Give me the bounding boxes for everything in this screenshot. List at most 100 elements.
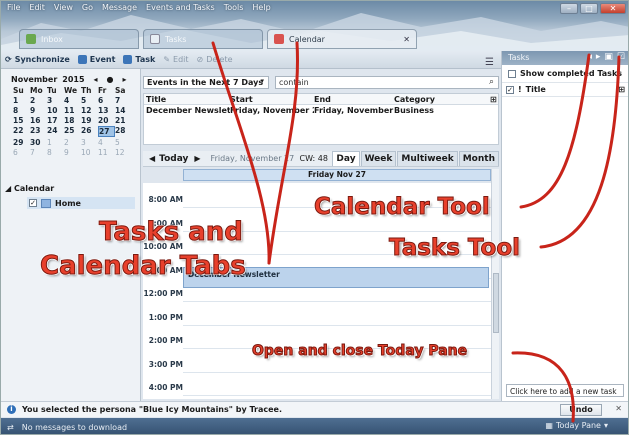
minicalendar-day[interactable]: 18 (64, 116, 81, 125)
menu-events-and-tasks[interactable]: Events and Tasks (146, 3, 215, 12)
menu-go[interactable]: Go (82, 3, 93, 12)
minicalendar-day[interactable]: 26 (81, 126, 98, 137)
minicalendar-day[interactable]: 4 (98, 138, 115, 147)
next-month-icon[interactable]: ▸ (123, 75, 127, 84)
calendar-section-header[interactable]: ◢ Calendar (5, 184, 54, 193)
minicalendar-day[interactable]: 11 (64, 106, 81, 115)
tab-inbox[interactable]: Inbox (19, 29, 139, 49)
menu-view[interactable]: View (54, 3, 73, 12)
minicalendar-day[interactable]: 12 (115, 148, 132, 157)
minicalendar-day[interactable]: 27 (98, 126, 115, 137)
menu-edit[interactable]: Edit (29, 3, 45, 12)
show-completed-checkbox[interactable] (508, 69, 516, 78)
synchronize-button[interactable]: ⟳ Synchronize (5, 55, 70, 64)
minicalendar-day[interactable]: 4 (64, 96, 81, 105)
close-window-button[interactable]: ✕ (600, 3, 626, 14)
minicalendar-day[interactable]: 1 (47, 138, 64, 147)
minicalendar-day[interactable]: 30 (30, 138, 47, 147)
column-end[interactable]: End (314, 95, 394, 104)
menu-help[interactable]: Help (252, 3, 270, 12)
minicalendar-day[interactable]: 16 (30, 116, 47, 125)
today-dot-icon[interactable]: ● (107, 75, 114, 84)
tab-multiweek[interactable]: Multiweek (397, 151, 458, 166)
tab-calendar[interactable]: Calendar ✕ (267, 29, 417, 49)
minicalendar-day[interactable]: 2 (64, 138, 81, 147)
minicalendar-day[interactable]: 19 (81, 116, 98, 125)
minimize-button[interactable]: – (560, 3, 578, 14)
app-menu-icon[interactable]: ☰ (485, 57, 494, 68)
minicalendar-day[interactable]: 5 (115, 138, 132, 147)
minicalendar-day[interactable]: 9 (64, 148, 81, 157)
tab-day[interactable]: Day (332, 151, 360, 166)
minicalendar-day[interactable]: 6 (13, 148, 30, 157)
tasks-tool-icon[interactable]: ☑ (617, 52, 625, 62)
minicalendar-day[interactable]: 1 (13, 96, 30, 105)
day-scrollbar[interactable] (491, 169, 499, 399)
calendar-tool-icon[interactable]: ▣ (604, 52, 613, 62)
new-event-button[interactable]: Event (77, 55, 115, 64)
minicalendar-day[interactable]: 7 (30, 148, 47, 157)
minicalendar-day[interactable]: 10 (47, 106, 64, 115)
minicalendar-day[interactable]: 3 (81, 138, 98, 147)
minicalendar-day[interactable]: 8 (13, 106, 30, 115)
minicalendar-day[interactable]: 17 (47, 116, 64, 125)
tab-month[interactable]: Month (458, 151, 499, 166)
new-task-button[interactable]: Task (123, 55, 155, 64)
prev-day-icon[interactable]: ◀ (149, 154, 155, 163)
task-title-column[interactable]: Title (526, 85, 546, 94)
maximize-button[interactable]: □ (580, 3, 598, 14)
next-pane-icon[interactable]: ▸ (596, 52, 601, 62)
minicalendar-day[interactable]: 7 (115, 96, 132, 105)
minicalendar-day[interactable]: 3 (47, 96, 64, 105)
prev-month-icon[interactable]: ◂ (94, 75, 98, 84)
minicalendar-day[interactable]: 15 (13, 116, 30, 125)
minicalendar-day[interactable]: 23 (30, 126, 47, 137)
minicalendar-year[interactable]: 2015 (62, 75, 84, 84)
column-start[interactable]: Start (230, 95, 314, 104)
column-category[interactable]: Category (394, 95, 490, 104)
undo-button[interactable]: Undo (560, 404, 602, 416)
scrollbar-thumb[interactable] (493, 273, 499, 333)
notification-close-icon[interactable]: ✕ (615, 404, 622, 413)
minicalendar-day[interactable]: 24 (47, 126, 64, 137)
add-task-input[interactable]: Click here to add a new task (506, 384, 624, 397)
minicalendar-day[interactable]: 12 (81, 106, 98, 115)
minicalendar-day[interactable]: 21 (115, 116, 132, 125)
tab-week[interactable]: Week (360, 151, 397, 166)
minicalendar-day[interactable]: 2 (30, 96, 47, 105)
edit-button[interactable]: ✎ Edit (163, 55, 188, 64)
today-pane-toggle[interactable]: ▦ Today Pane ▾ (545, 421, 608, 430)
minicalendar-day[interactable]: 10 (81, 148, 98, 157)
event-search-input[interactable]: contain ⌕ (275, 75, 499, 89)
column-title[interactable]: Title (146, 95, 230, 104)
tab-close-icon[interactable]: ✕ (403, 35, 410, 44)
minicalendar-day[interactable]: 5 (81, 96, 98, 105)
minicalendar-day[interactable]: 20 (98, 116, 115, 125)
delete-button[interactable]: ⊘ Delete (197, 55, 233, 64)
priority-icon[interactable]: ! (518, 85, 522, 94)
menu-tools[interactable]: Tools (224, 3, 244, 12)
minicalendar-day[interactable]: 29 (13, 138, 30, 147)
calendar-item-home[interactable]: ✓ Home (27, 197, 135, 209)
minicalendar-day[interactable]: 8 (47, 148, 64, 157)
minicalendar-day[interactable]: 6 (98, 96, 115, 105)
menu-file[interactable]: File (7, 3, 20, 12)
tab-tasks[interactable]: Tasks (143, 29, 263, 49)
event-range-select[interactable]: Events in the Next 7 Days ▾ (143, 75, 269, 89)
next-day-icon[interactable]: ▶ (194, 154, 200, 163)
minicalendar-day[interactable]: 11 (98, 148, 115, 157)
column-picker-icon[interactable]: ⊞ (618, 85, 625, 94)
menu-message[interactable]: Message (102, 3, 137, 12)
minicalendar-day[interactable]: 25 (64, 126, 81, 137)
search-icon[interactable]: ⌕ (489, 77, 494, 87)
minicalendar-month[interactable]: November (11, 75, 57, 84)
prev-pane-icon[interactable]: ◂ (587, 52, 592, 62)
minicalendar-day[interactable]: 9 (30, 106, 47, 115)
minicalendar-day[interactable]: 28 (115, 126, 132, 137)
calendar-checkbox[interactable]: ✓ (29, 199, 37, 207)
task-complete-column-icon[interactable]: ✓ (506, 85, 514, 94)
table-row[interactable]: December Newsletter Friday, November 27.… (144, 105, 498, 116)
today-button[interactable]: Today (159, 154, 188, 164)
minicalendar-day[interactable]: 13 (98, 106, 115, 115)
minicalendar-day[interactable]: 14 (115, 106, 132, 115)
